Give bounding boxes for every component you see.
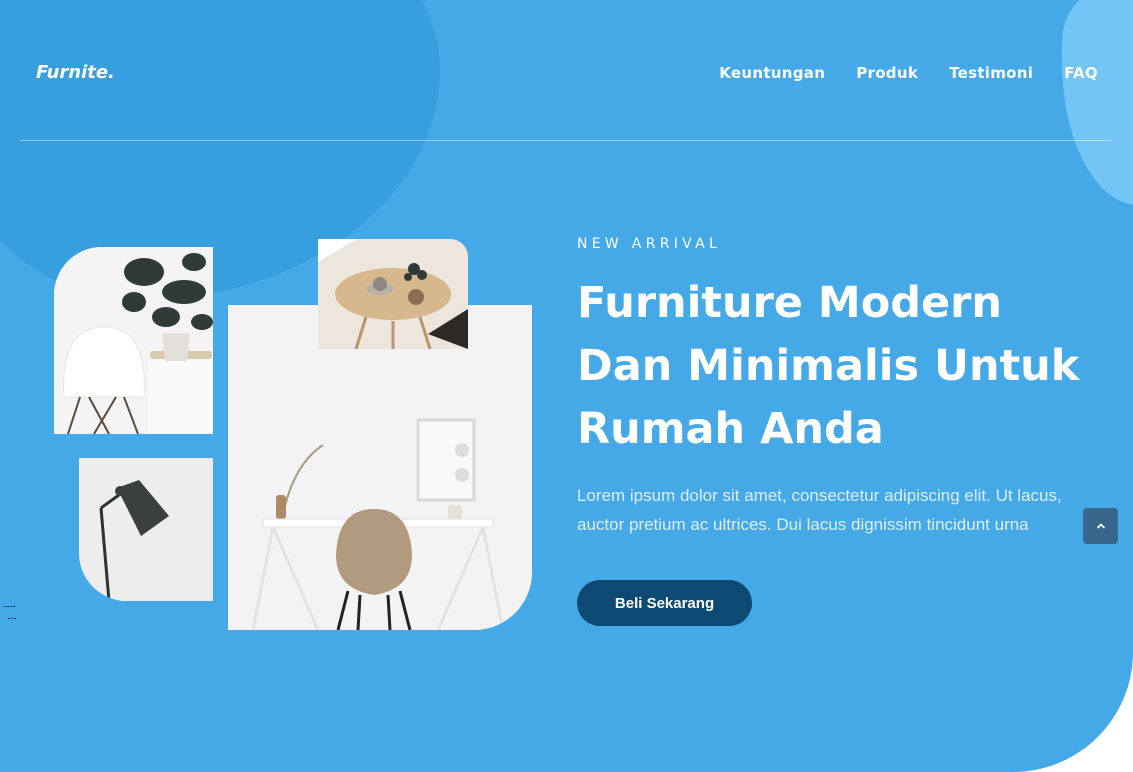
decorative-blob-right (1062, 0, 1133, 205)
main-nav: Keuntungan Produk Testimoni FAQ (719, 64, 1098, 82)
nav-item-produk[interactable]: Produk (856, 64, 918, 82)
hero-description-line-1: Lorem ipsum dolor sit amet, consectetur … (577, 486, 1062, 505)
header-divider (20, 140, 1113, 141)
nav-item-keuntungan[interactable]: Keuntungan (719, 64, 825, 82)
hero-description-line-2: auctor pretium ac ultrices. Dui lacus di… (577, 515, 1029, 534)
hero-description: Lorem ipsum dolor sit amet, consectetur … (577, 481, 1107, 539)
hero-title: Furniture Modern Dan Minimalis Untuk Rum… (577, 272, 1117, 461)
chair-plant-image (54, 247, 213, 434)
hero-eyebrow: NEW ARRIVAL (577, 236, 722, 252)
hero-title-line-3: Rumah Anda (577, 404, 884, 454)
lamp-image (79, 458, 213, 601)
nav-item-faq[interactable]: FAQ (1064, 64, 1098, 82)
buy-now-button[interactable]: Beli Sekarang (577, 580, 752, 626)
brand-logo[interactable]: Furnite. (36, 62, 115, 83)
scroll-to-top-button[interactable] (1083, 508, 1118, 544)
side-table-image (318, 239, 468, 349)
chevron-up-icon (1096, 523, 1105, 529)
desk-chair-image (228, 305, 532, 630)
hero-title-line-1: Furniture Modern (577, 278, 1003, 328)
nav-item-testimoni[interactable]: Testimoni (949, 64, 1033, 82)
decorative-dots (4, 606, 16, 619)
hero-section: Furnite. Keuntungan Produk Testimoni FAQ (0, 0, 1133, 772)
hero-title-line-2: Dan Minimalis Untuk (577, 341, 1080, 391)
